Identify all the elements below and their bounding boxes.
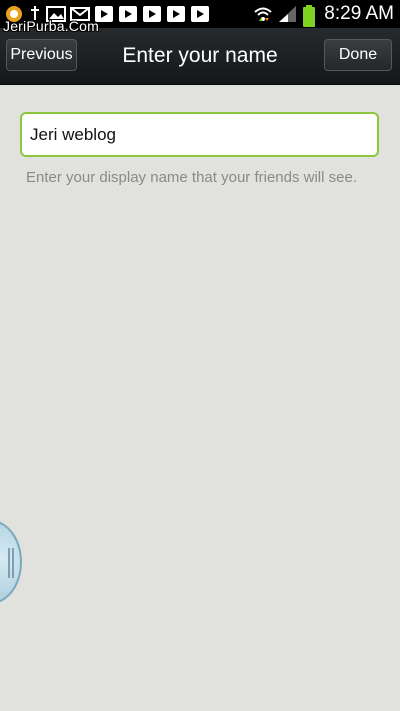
signal-icon [278, 5, 298, 23]
grip-icon [8, 548, 14, 578]
play-store-icon [118, 5, 138, 23]
battery-icon [303, 5, 316, 27]
clock: 8:29 AM [324, 3, 394, 24]
name-hint: Enter your display name that your friend… [26, 169, 357, 186]
name-input[interactable] [20, 112, 379, 157]
system-icons: 8:29 AM [253, 2, 394, 27]
play-store-icon [142, 5, 162, 23]
previous-button[interactable]: Previous [6, 39, 77, 71]
page-title: Enter your name [122, 44, 278, 67]
watermark-text: JeriPurba.Com [3, 18, 99, 34]
status-bar: JeriPurba.Com 8:29 AM [0, 0, 400, 34]
play-store-icon [190, 5, 210, 23]
done-button[interactable]: Done [324, 39, 392, 71]
wifi-icon [253, 5, 273, 23]
screen: JeriPurba.Com 8:29 AM Previous Enter you… [0, 0, 400, 711]
play-store-icon [166, 5, 186, 23]
side-drawer-handle[interactable] [0, 520, 22, 604]
title-bar: Previous Enter your name Done [0, 28, 400, 85]
